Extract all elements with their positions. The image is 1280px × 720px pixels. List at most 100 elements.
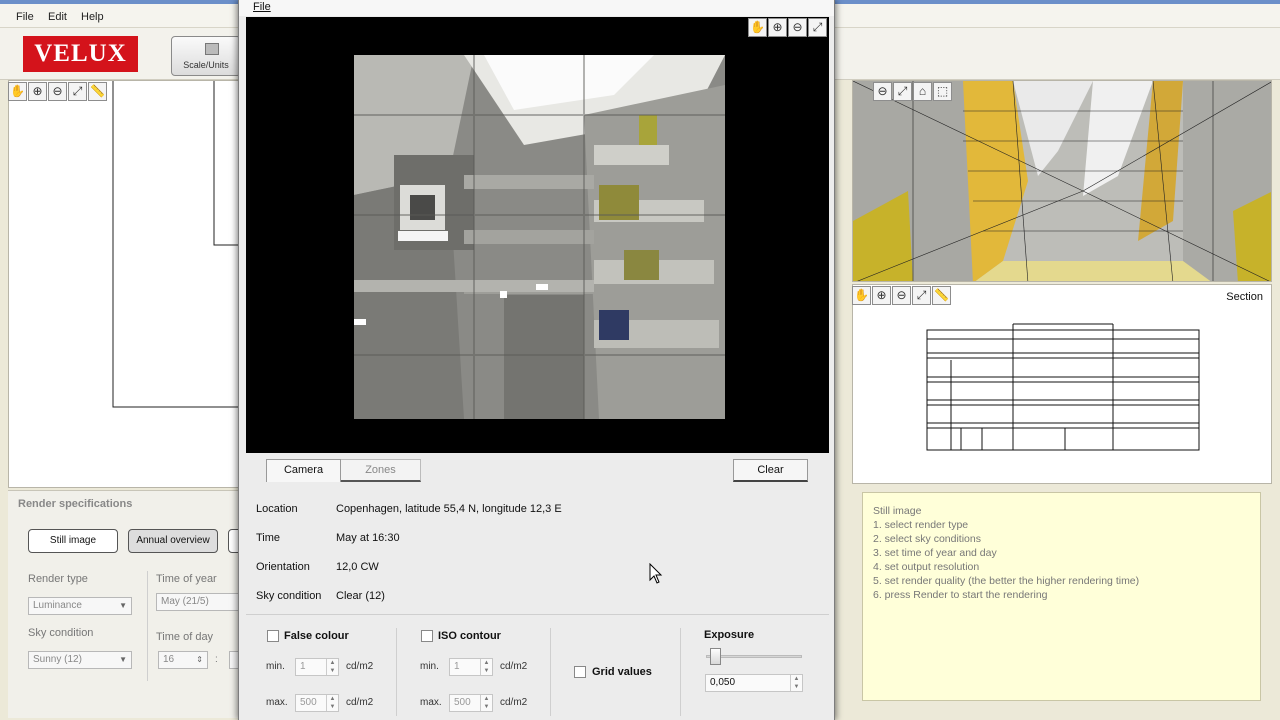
time-of-day-label: Time of day (156, 631, 214, 643)
iso-contour-min-unit: cd/m2 (500, 661, 528, 672)
scale-units-label: Scale/Units (183, 60, 229, 70)
menu-file[interactable]: File (16, 11, 34, 23)
sky-condition-label: Sky condition (28, 627, 94, 639)
section-view[interactable]: Section (852, 284, 1272, 484)
sky-condition-select[interactable]: Sunny (12) ▼ (28, 651, 132, 669)
iso-contour-checkbox[interactable] (421, 630, 433, 642)
zoom-in-icon[interactable]: ⊕ (768, 18, 787, 37)
iso-contour-max-label: max. (420, 697, 442, 708)
options-divider (396, 628, 397, 716)
false-colour-max-label: max. (266, 697, 288, 708)
fit-icon[interactable]: ⤢ (68, 82, 87, 101)
plan-view-tools: ✋ ⊕ ⊖ ⤢ 📏 (8, 82, 107, 101)
spinner-icon[interactable]: ▲ ▼ (480, 695, 492, 711)
help-line: 5. set render quality (the better the hi… (873, 575, 1140, 587)
zoom-out-icon[interactable]: ⊖ (48, 82, 67, 101)
render-result-dialog: File ✋ ⊕ ⊖ ⤢ Camera Zones Clear Location… (238, 0, 835, 720)
help-line: 6. press Render to start the rendering (873, 589, 1048, 601)
fit-icon[interactable]: ⤢ (808, 18, 827, 37)
false-colour-min-input[interactable]: 1 ▲ ▼ (295, 658, 339, 676)
still-image-button[interactable]: Still image (28, 529, 118, 553)
false-colour-max-value: 500 (300, 697, 317, 708)
house-icon (205, 43, 219, 55)
false-colour-min-unit: cd/m2 (346, 661, 374, 672)
hand-icon[interactable]: ✋ (748, 18, 767, 37)
tab-camera[interactable]: Camera (266, 459, 341, 482)
hand-icon[interactable]: ✋ (852, 286, 871, 305)
3d-view[interactable] (852, 80, 1272, 282)
chevron-down-icon: ▼ (119, 655, 127, 664)
zoom-in-icon[interactable]: ⊕ (28, 82, 47, 101)
help-line: Still image (873, 505, 922, 517)
exposure-label: Exposure (704, 629, 755, 641)
sky-condition-value: Clear (12) (336, 590, 385, 602)
iso-contour-min-input[interactable]: 1 ▲ ▼ (449, 658, 493, 676)
box-icon[interactable]: ⬚ (933, 82, 952, 101)
perspective-icon[interactable]: ⌂ (913, 82, 932, 101)
spinner-icon[interactable]: ▲ ▼ (326, 695, 338, 711)
time-of-year-select[interactable]: May (21/5) (156, 593, 240, 611)
options-divider (680, 628, 681, 716)
false-colour-max-unit: cd/m2 (346, 697, 374, 708)
spinner-icon[interactable]: ▲ ▼ (326, 659, 338, 675)
plan-drawing (112, 81, 239, 408)
clear-button[interactable]: Clear (733, 459, 808, 482)
false-colour-min-label: min. (266, 661, 285, 672)
zoom-out-icon[interactable]: ⊖ (873, 82, 892, 101)
spinner-icon: ⇕ (196, 655, 203, 664)
zoom-in-icon[interactable]: ⊕ (872, 286, 891, 305)
fit-icon[interactable]: ⤢ (912, 286, 931, 305)
render-spec-title: Render specifications (18, 498, 133, 510)
mouse-cursor-icon (649, 563, 663, 584)
ruler-icon[interactable]: 📏 (88, 82, 107, 101)
exposure-input[interactable]: 0,050 ▲ ▼ (705, 674, 803, 692)
help-line: 1. select render type (873, 519, 969, 531)
annual-overview-button[interactable]: Annual overview (128, 529, 218, 553)
iso-contour-max-unit: cd/m2 (500, 697, 528, 708)
spinner-icon[interactable]: ▲ ▼ (790, 675, 802, 691)
sky-condition-label: Sky condition (256, 590, 322, 602)
help-line: 3. set time of year and day (873, 547, 997, 559)
ruler-icon[interactable]: 📏 (932, 286, 951, 305)
orientation-value: 12,0 CW (336, 561, 379, 573)
time-value: May at 16:30 (336, 532, 400, 544)
render-specifications-panel: Render specifications Still image Annual… (8, 490, 249, 718)
false-colour-checkbox[interactable] (267, 630, 279, 642)
iso-contour-max-input[interactable]: 500 ▲ ▼ (449, 694, 493, 712)
hand-icon[interactable]: ✋ (8, 82, 27, 101)
render-output-view[interactable]: ✋ ⊕ ⊖ ⤢ (246, 17, 829, 453)
tab-zones[interactable]: Zones (341, 459, 421, 482)
render-type-select[interactable]: Luminance ▼ (28, 597, 132, 615)
grid-values-label: Grid values (592, 666, 652, 678)
location-label: Location (256, 503, 298, 515)
iso-contour-label: ISO contour (438, 630, 501, 642)
spinner-icon[interactable]: ▲ ▼ (480, 659, 492, 675)
render-type-value: Luminance (33, 600, 82, 611)
grid-values-checkbox[interactable] (574, 666, 586, 678)
time-of-year-label: Time of year (156, 573, 217, 585)
plan-view[interactable] (8, 80, 240, 488)
dialog-menu-bar: File (239, 0, 834, 16)
false-colour-max-input[interactable]: 500 ▲ ▼ (295, 694, 339, 712)
render-view-tools: ✋ ⊕ ⊖ ⤢ (748, 18, 827, 37)
spec-divider (147, 571, 148, 681)
zoom-out-icon[interactable]: ⊖ (788, 18, 807, 37)
rendered-image (354, 55, 725, 419)
3d-render-drawing (853, 81, 1271, 281)
menu-help[interactable]: Help (81, 11, 104, 23)
false-colour-label: False colour (284, 630, 349, 642)
dialog-menu-file[interactable]: File (253, 1, 271, 13)
fit-icon[interactable]: ⤢ (893, 82, 912, 101)
time-label: Time (256, 532, 281, 544)
velux-logo: VELUX (23, 36, 138, 72)
scale-units-button[interactable]: Scale/Units (171, 36, 241, 76)
help-panel: Still image 1. select render type 2. sel… (862, 492, 1261, 701)
iso-contour-min-label: min. (420, 661, 439, 672)
time-separator: : (215, 654, 218, 665)
section-drawing (926, 323, 1200, 451)
location-value: Copenhagen, latitude 55,4 N, longitude 1… (336, 503, 562, 515)
exposure-slider-thumb[interactable] (710, 648, 722, 665)
time-of-day-hour[interactable]: 16 ⇕ (158, 651, 208, 669)
menu-edit[interactable]: Edit (48, 11, 67, 23)
zoom-out-icon[interactable]: ⊖ (892, 286, 911, 305)
